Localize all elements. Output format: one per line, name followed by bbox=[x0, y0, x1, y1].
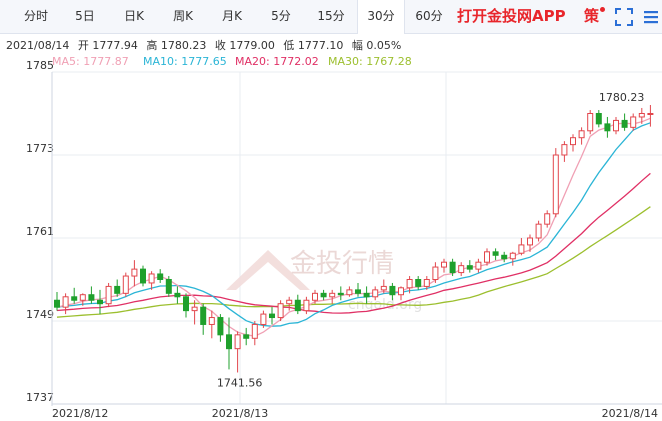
candle-body bbox=[71, 296, 78, 301]
candle-body bbox=[389, 285, 396, 296]
candle-body bbox=[329, 292, 336, 298]
candle-body bbox=[337, 292, 344, 296]
candle-body bbox=[148, 273, 155, 284]
candle-body bbox=[114, 285, 121, 294]
candle-body bbox=[286, 299, 293, 305]
candle-body bbox=[200, 306, 207, 325]
candle-body bbox=[432, 266, 439, 280]
candle-body bbox=[183, 296, 189, 312]
candle-body bbox=[260, 313, 267, 325]
candle-body bbox=[277, 303, 284, 319]
candle-body bbox=[62, 296, 69, 308]
candle-body bbox=[294, 299, 301, 312]
candle-body bbox=[234, 334, 241, 350]
candle-body bbox=[79, 294, 86, 301]
candle-body bbox=[226, 334, 232, 350]
watermark-text: 金投行情 bbox=[290, 249, 394, 279]
candle-body bbox=[380, 285, 387, 291]
candle-body bbox=[105, 285, 112, 305]
candle-body bbox=[578, 130, 585, 139]
candle-body bbox=[415, 279, 422, 287]
candle-body bbox=[501, 254, 508, 260]
candle-body bbox=[466, 265, 473, 270]
candle-body bbox=[441, 261, 447, 268]
candle-body bbox=[363, 292, 370, 298]
candle-body bbox=[372, 289, 379, 298]
watermark: 金投行情 cngold.org bbox=[226, 249, 422, 313]
candle-body bbox=[604, 123, 611, 132]
candlestick-chart[interactable]: 金投行情 cngold.org 1785 1773 1761 1749 1737 2021… bbox=[0, 0, 662, 421]
candle-body bbox=[535, 223, 542, 239]
candle-body bbox=[638, 113, 645, 118]
y-tick-label: 1737 bbox=[26, 391, 54, 404]
candle-body bbox=[122, 275, 129, 294]
candles bbox=[54, 104, 654, 373]
ma20-line bbox=[56, 172, 651, 314]
candle-body bbox=[406, 279, 413, 289]
moving-averages bbox=[56, 117, 651, 337]
candle-body bbox=[492, 251, 499, 256]
candle-body bbox=[509, 252, 516, 260]
candle-body bbox=[174, 292, 181, 298]
candle-body bbox=[208, 317, 215, 325]
candle-body bbox=[458, 265, 465, 274]
x-tick-label: 2021/8/13 bbox=[212, 407, 268, 420]
candle-body bbox=[527, 237, 533, 246]
candle-body bbox=[595, 113, 602, 125]
y-tick-label: 1773 bbox=[26, 142, 54, 155]
y-tick-label: 1785 bbox=[26, 59, 54, 72]
min-price-label: 1741.56 bbox=[217, 376, 263, 389]
candle-body bbox=[191, 306, 198, 312]
x-tick-label: 2021/8/14 bbox=[602, 407, 658, 420]
candle-body bbox=[621, 119, 628, 128]
candle-body bbox=[449, 261, 456, 274]
candle-body bbox=[630, 116, 637, 128]
candle-body bbox=[217, 317, 224, 336]
grid-lines bbox=[51, 71, 662, 405]
candle-body bbox=[587, 113, 594, 132]
candle-body bbox=[647, 113, 654, 115]
candle-body bbox=[484, 251, 490, 263]
max-price-label: 1780.23 bbox=[599, 91, 645, 104]
candle-body bbox=[303, 299, 310, 312]
candle-body bbox=[251, 323, 258, 339]
axes: 1785 1773 1761 1749 1737 2021/8/12 2021/8/13 20… bbox=[26, 59, 662, 420]
candle-body bbox=[131, 268, 138, 277]
x-tick-label: 2021/8/12 bbox=[52, 407, 108, 420]
candle-body bbox=[475, 261, 482, 270]
candle-body bbox=[518, 244, 525, 254]
candle-body bbox=[88, 294, 95, 301]
candle-body bbox=[613, 119, 619, 132]
candle-body bbox=[140, 268, 146, 284]
ma10-line bbox=[56, 122, 651, 327]
candle-body bbox=[423, 279, 430, 287]
candle-body bbox=[320, 292, 327, 298]
candle-body bbox=[157, 273, 164, 281]
candle-body bbox=[54, 299, 60, 308]
candle-body bbox=[243, 334, 250, 339]
candle-body bbox=[346, 289, 353, 296]
candle-body bbox=[312, 292, 318, 301]
candle-body bbox=[269, 313, 275, 319]
candle-body bbox=[561, 144, 568, 156]
candle-body bbox=[355, 289, 361, 294]
y-tick-label: 1761 bbox=[26, 225, 54, 238]
candle-body bbox=[544, 213, 551, 225]
candle-body bbox=[165, 279, 172, 294]
candle-body bbox=[570, 137, 576, 146]
candle-body bbox=[552, 154, 559, 215]
y-tick-label: 1749 bbox=[26, 308, 54, 321]
candle-body bbox=[398, 287, 404, 296]
candle-body bbox=[97, 299, 103, 305]
